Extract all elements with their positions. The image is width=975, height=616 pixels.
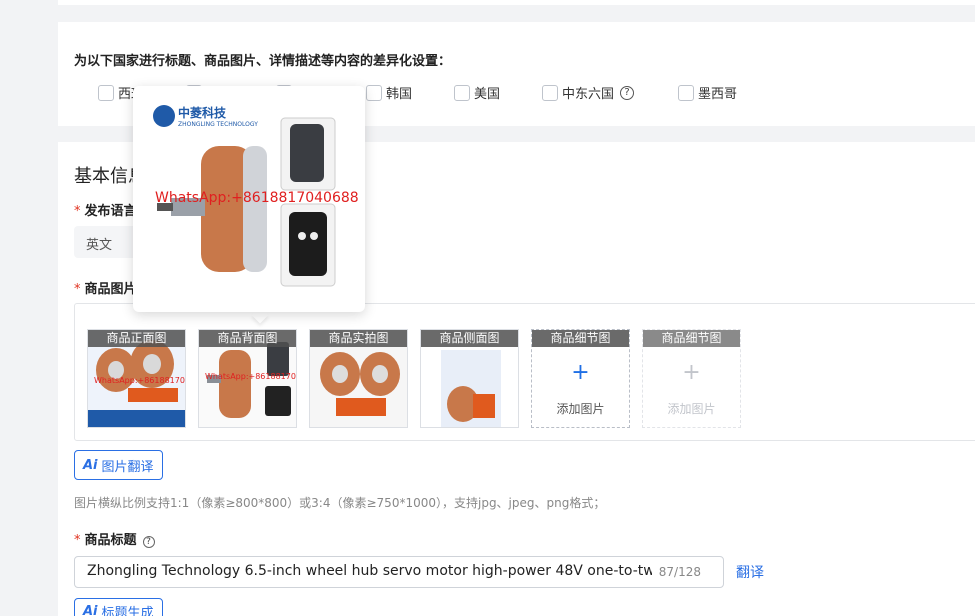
images-label: * 商品图片 <box>74 278 137 297</box>
country-option-usa[interactable]: 美国 <box>454 83 500 102</box>
country-option-middle-east[interactable]: 中东六国? <box>542 83 635 102</box>
thumb-watermark: WhatsApp:+8618817040688 <box>94 376 185 385</box>
country-label: 美国 <box>474 87 501 102</box>
question-icon[interactable]: ? <box>620 85 635 100</box>
country-option-korea[interactable]: 韩国 <box>366 83 412 102</box>
image-thumb-real[interactable]: 商品实拍图 <box>309 329 408 428</box>
checkbox[interactable] <box>678 84 694 101</box>
thumb-caption: 商品背面图 <box>199 330 296 347</box>
language-label: * 发布语言 <box>74 200 137 219</box>
image-thumb-front[interactable]: 商品正面图 WhatsApp:+8618817040688 <box>87 329 186 428</box>
country-label: 中东六国 <box>562 87 615 102</box>
previous-card-edge <box>58 0 975 5</box>
image-translate-label: 图片翻译 <box>101 459 154 475</box>
ai-icon: Ai <box>83 457 98 473</box>
title-generate-button[interactable]: Ai 标题生成 <box>74 598 163 616</box>
image-hint: 图片横纵比例支持1:1（像素≥800*800）或3:4（像素≥750*1000）… <box>74 496 606 510</box>
image-thumb-side[interactable]: 商品侧面图 <box>420 329 519 428</box>
country-option-mexico[interactable]: 墨西哥 <box>678 83 737 102</box>
checkbox[interactable] <box>98 84 114 101</box>
thumb-caption: 商品实拍图 <box>310 330 407 347</box>
country-label: 韩国 <box>386 87 413 102</box>
country-label: 墨西哥 <box>698 87 738 102</box>
preview-watermark: WhatsApp:+8618817040688 <box>155 190 359 206</box>
thumb-caption: 商品细节图 <box>643 330 740 347</box>
checkbox[interactable] <box>542 84 558 101</box>
plus-icon: + <box>571 360 590 385</box>
add-image-label: 添加图片 <box>667 402 716 416</box>
title-char-count: 87/128 <box>658 565 701 579</box>
checkbox[interactable] <box>366 84 382 101</box>
title-label-text: 商品标题 <box>84 533 137 548</box>
add-image-slot[interactable]: 商品细节图 + 添加图片 <box>531 329 630 428</box>
required-mark: * <box>74 533 81 548</box>
thumb-caption: 商品细节图 <box>532 330 629 347</box>
plus-icon: + <box>682 360 701 385</box>
image-thumb-back[interactable]: 商品背面图 WhatsApp:+8618817040688 <box>198 329 297 428</box>
title-generate-label: 标题生成 <box>101 605 154 616</box>
title-label: * 商品标题? <box>74 529 155 548</box>
image-upload-panel: 商品正面图 WhatsApp:+8618817040688 商品背面图 What… <box>74 303 975 441</box>
question-icon[interactable]: ? <box>142 536 155 548</box>
checkbox[interactable] <box>454 84 470 101</box>
thumb-caption: 商品侧面图 <box>421 330 518 347</box>
add-image-label: 添加图片 <box>556 402 605 416</box>
add-image-slot-disabled: 商品细节图 + 添加图片 <box>642 329 741 428</box>
translate-link[interactable]: 翻译 <box>736 562 764 582</box>
required-mark: * <box>74 282 81 297</box>
images-label-text: 商品图片 <box>84 282 137 297</box>
ai-icon: Ai <box>83 603 98 616</box>
image-translate-button[interactable]: Ai 图片翻译 <box>74 450 163 480</box>
thumb-watermark: WhatsApp:+8618817040688 <box>205 372 296 381</box>
title-input[interactable]: Zhongling Technology 6.5-inch wheel hub … <box>74 556 724 588</box>
required-mark: * <box>74 204 81 219</box>
country-settings-title: 为以下国家进行标题、商品图片、详情描述等内容的差异化设置： <box>74 54 452 69</box>
title-input-value: Zhongling Technology 6.5-inch wheel hub … <box>87 563 652 579</box>
language-label-text: 发布语言 <box>84 204 137 219</box>
thumb-caption: 商品正面图 <box>88 330 185 347</box>
image-preview-popover: 中菱科技 ZHONGLING TECHNOLOGY WhatsApp:+8618… <box>133 86 365 312</box>
